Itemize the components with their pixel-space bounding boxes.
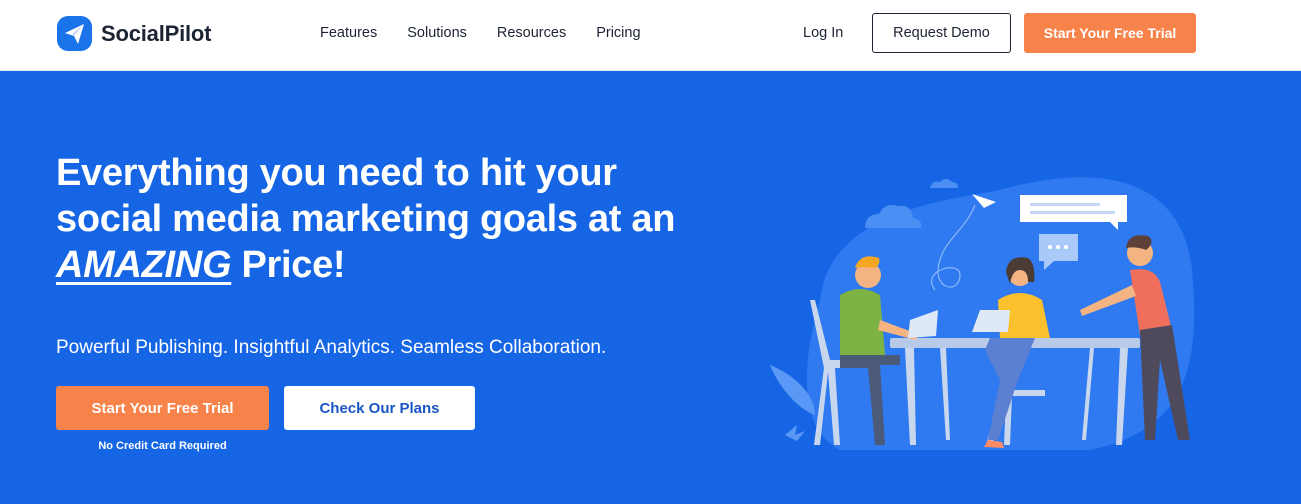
speech-bubble-large: [1020, 195, 1127, 222]
hero-title-line1: Everything you need to hit your: [56, 152, 617, 194]
request-demo-button[interactable]: Request Demo: [872, 13, 1011, 53]
brand-name: SocialPilot: [101, 20, 212, 46]
hero-title-emphasis: AMAZING: [56, 244, 232, 286]
login-link[interactable]: Log In: [803, 24, 843, 42]
main-nav: Features Solutions Resources Pricing: [320, 24, 671, 42]
free-trial-button[interactable]: Start Your Free Trial: [56, 386, 269, 430]
paper-plane-icon: [57, 16, 92, 51]
hero-title-end: Price!: [231, 244, 346, 286]
nav-item-pricing[interactable]: Pricing: [596, 24, 640, 42]
no-credit-card-note: No Credit Card Required: [98, 440, 227, 452]
nav-item-resources[interactable]: Resources: [497, 24, 566, 42]
hero-subtitle: Powerful Publishing. Insightful Analytic…: [56, 337, 607, 358]
cloud-small-icon: [930, 179, 958, 188]
nav-item-features[interactable]: Features: [320, 24, 377, 42]
nav-item-solutions[interactable]: Solutions: [407, 24, 467, 42]
logo[interactable]: SocialPilot: [56, 15, 211, 52]
site-header: SocialPilot Features Solutions Resources…: [0, 0, 1301, 71]
hero-title: Everything you need to hit your social m…: [56, 150, 716, 288]
header-free-trial-button[interactable]: Start Your Free Trial: [1024, 13, 1196, 53]
hero-title-line2: social media marketing goals at an: [56, 198, 676, 240]
team-illustration: [770, 177, 1195, 450]
check-plans-button[interactable]: Check Our Plans: [284, 386, 475, 430]
leaf-small-icon: [785, 425, 805, 441]
